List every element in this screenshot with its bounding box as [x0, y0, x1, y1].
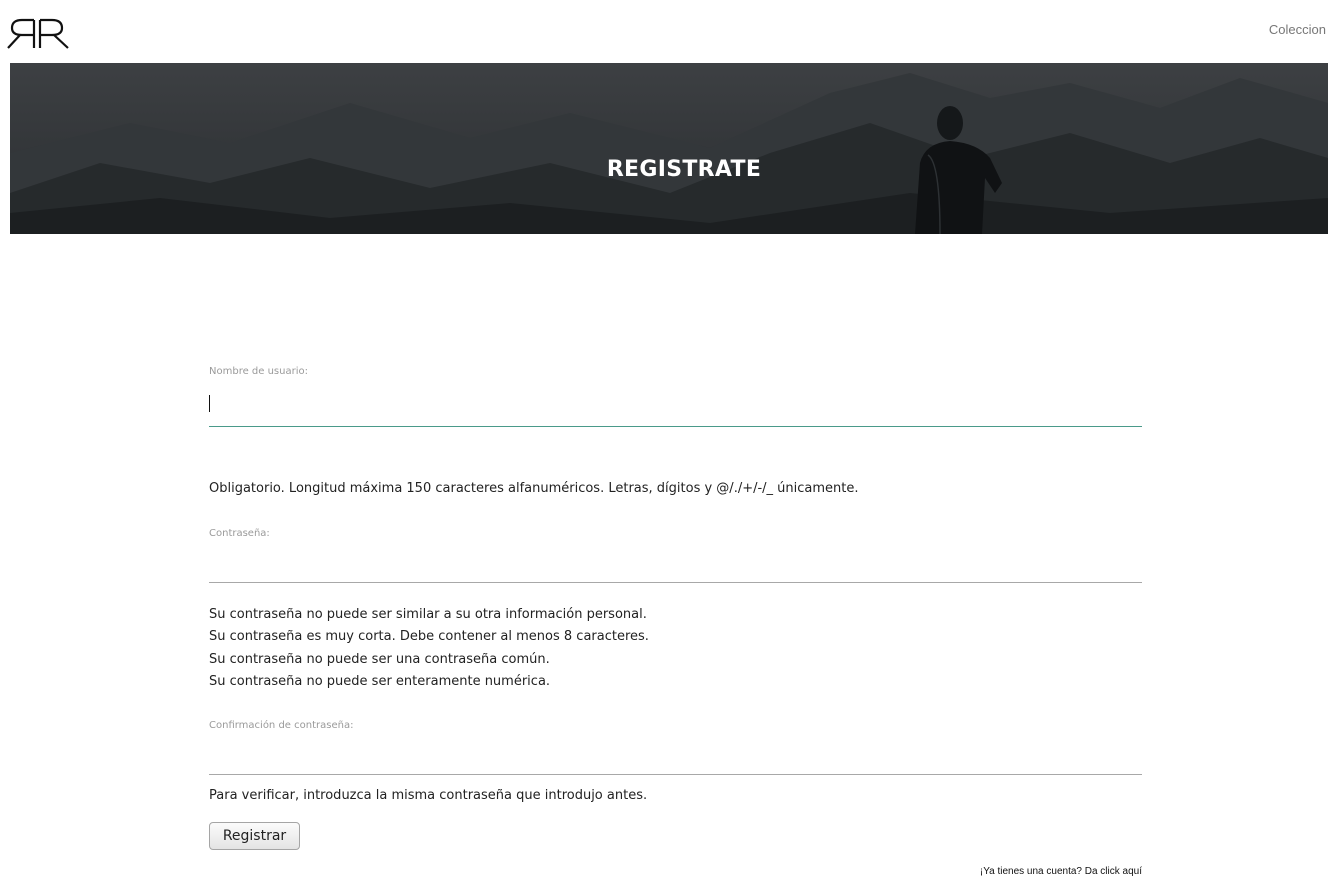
password-help-4: Su contraseña no puede ser enteramente n…	[209, 674, 551, 689]
password-underline	[209, 582, 1142, 583]
password-confirm-help-text: Para verificar, introduzca la misma cont…	[209, 788, 648, 803]
password-input[interactable]	[209, 549, 1142, 579]
nav-link-coleccion[interactable]: Coleccion	[1269, 22, 1326, 37]
username-help-text: Obligatorio. Longitud máxima 150 caracte…	[209, 481, 859, 496]
password-confirm-underline	[209, 774, 1142, 775]
rr-logo-icon[interactable]	[6, 14, 76, 54]
password-help-2: Su contraseña es muy corta. Debe contene…	[209, 629, 649, 644]
username-label: Nombre de usuario:	[209, 366, 308, 377]
password-confirm-input[interactable]	[209, 742, 1142, 772]
hero-banner: REGISTRATE	[10, 63, 1328, 234]
username-input[interactable]	[209, 389, 1142, 419]
text-cursor	[209, 395, 210, 412]
password-confirm-label: Confirmación de contraseña:	[209, 720, 354, 731]
page-title: REGISTRATE	[606, 157, 762, 182]
register-button[interactable]: Registrar	[209, 822, 300, 850]
password-help-3: Su contraseña no puede ser una contraseñ…	[209, 652, 550, 667]
password-help-1: Su contraseña no puede ser similar a su …	[209, 607, 647, 622]
password-label: Contraseña:	[209, 528, 270, 539]
top-navbar: Coleccion	[0, 0, 1328, 63]
login-link[interactable]: ¡Ya tienes una cuenta? Da click aquí	[980, 866, 1142, 877]
mountain-background-image	[10, 63, 1328, 234]
username-underline	[209, 426, 1142, 427]
